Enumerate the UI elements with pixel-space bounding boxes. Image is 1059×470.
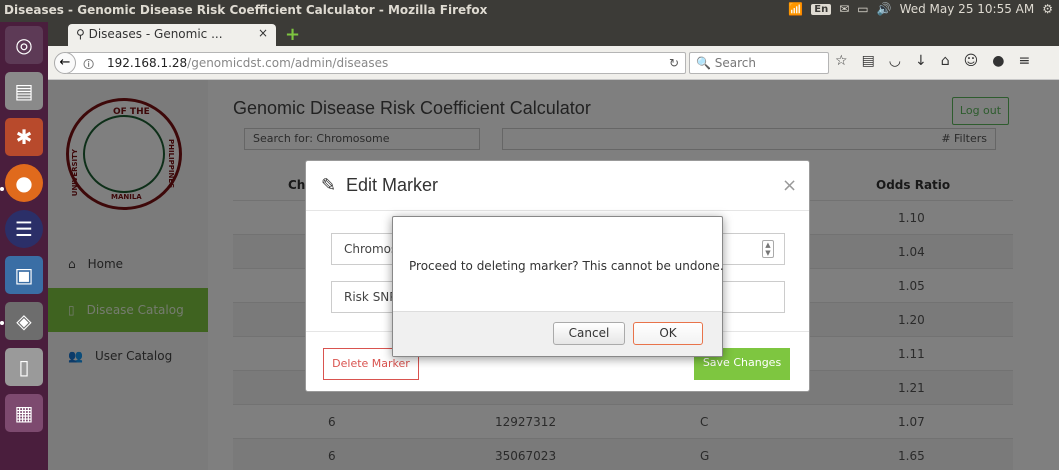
reading-list-icon[interactable]: ▤: [862, 53, 875, 69]
ok-button[interactable]: OK: [633, 322, 703, 345]
eclipse-icon[interactable]: ☰: [5, 210, 43, 248]
volume-icon[interactable]: 🔊: [877, 2, 892, 16]
chromosome-stepper[interactable]: ▲ ▼: [762, 240, 774, 258]
tab-favicon-icon: ⚲: [76, 27, 89, 41]
remote-desktop-icon[interactable]: ▣: [5, 256, 43, 294]
keyboard-layout-indicator[interactable]: En: [811, 3, 832, 15]
settings-gear-icon[interactable]: ⚙: [1042, 2, 1053, 16]
url-path: /genomicdst.com/admin/diseases: [187, 56, 389, 70]
mail-icon[interactable]: ✉: [839, 2, 849, 16]
tab-close-icon[interactable]: ×: [258, 26, 268, 40]
reload-icon[interactable]: ↻: [669, 56, 679, 70]
risk-snp-field-label: Risk SNP: [344, 290, 397, 304]
tab-title: Diseases - Genomic ...: [88, 27, 223, 41]
chromosome-field-label: Chromos: [344, 242, 398, 256]
battery-icon[interactable]: ▭: [857, 2, 868, 16]
pencil-icon: ✎: [321, 175, 337, 196]
drive-icon[interactable]: ▯: [5, 348, 43, 386]
running-indicator: [0, 321, 4, 325]
workspace-switcher-icon[interactable]: ▦: [5, 394, 43, 432]
confirm-delete-dialog: Proceed to deleting marker? This cannot …: [392, 216, 724, 357]
virtualbox-icon[interactable]: ◈: [5, 302, 43, 340]
confirm-message: Proceed to deleting marker? This cannot …: [409, 259, 724, 273]
dash-home-icon[interactable]: ◎: [5, 26, 43, 64]
confirm-footer: Cancel OK: [393, 311, 722, 356]
chat-icon[interactable]: ☺: [964, 53, 979, 69]
modal-header: ✎ Edit Marker ×: [306, 161, 809, 211]
unity-launcher: ◎ ▤ ✱ ● ☰ ▣ ◈ ▯ ▦: [0, 22, 48, 470]
search-icon: 🔍: [696, 56, 715, 70]
search-placeholder: Search: [714, 56, 756, 70]
url-bar[interactable]: 🛈 192.168.1.28/genomicdst.com/admin/dise…: [66, 52, 686, 74]
browser-tab-bar: ⚲ Diseases - Genomic ... × +: [48, 22, 1059, 46]
bookmark-star-icon[interactable]: ☆: [835, 53, 848, 69]
files-icon[interactable]: ▤: [5, 72, 43, 110]
browser-tab[interactable]: ⚲ Diseases - Genomic ... ×: [68, 24, 276, 46]
new-tab-button[interactable]: +: [285, 24, 300, 45]
modal-title: Edit Marker: [346, 175, 439, 195]
cancel-button[interactable]: Cancel: [553, 322, 625, 345]
home-icon[interactable]: ⌂: [941, 53, 950, 69]
wifi-icon[interactable]: 📶: [788, 2, 803, 16]
close-icon[interactable]: ×: [782, 175, 797, 196]
menu-icon[interactable]: ≡: [1018, 53, 1030, 69]
browser-toolbar: ☆ ▤ ◡ ↓ ⌂ ☺ ● ≡: [835, 53, 1030, 69]
search-input[interactable]: 🔍 Search: [689, 52, 829, 74]
running-indicator: [0, 187, 4, 191]
browser-nav-bar: 🛈 192.168.1.28/genomicdst.com/admin/dise…: [48, 46, 1059, 80]
url-host: 192.168.1.28: [107, 56, 188, 70]
firefox-icon[interactable]: ●: [5, 164, 43, 202]
downloads-icon[interactable]: ↓: [915, 53, 927, 69]
site-identity-icon[interactable]: 🛈: [83, 56, 94, 75]
clock[interactable]: Wed May 25 10:55 AM: [900, 2, 1035, 16]
window-title: Diseases - Genomic Disease Risk Coeffici…: [4, 3, 488, 17]
back-button[interactable]: ←: [54, 52, 76, 74]
extension-icon[interactable]: ●: [992, 53, 1004, 69]
system-top-panel: Diseases - Genomic Disease Risk Coeffici…: [0, 0, 1059, 22]
pocket-icon[interactable]: ◡: [889, 53, 901, 69]
system-tray: 📶 En ✉ ▭ 🔊 Wed May 25 10:55 AM ⚙: [788, 2, 1053, 16]
web-page: OF THE UNIVERSITY PHILIPPINES MANILA ⌂ H…: [48, 80, 1059, 470]
system-settings-icon[interactable]: ✱: [5, 118, 43, 156]
